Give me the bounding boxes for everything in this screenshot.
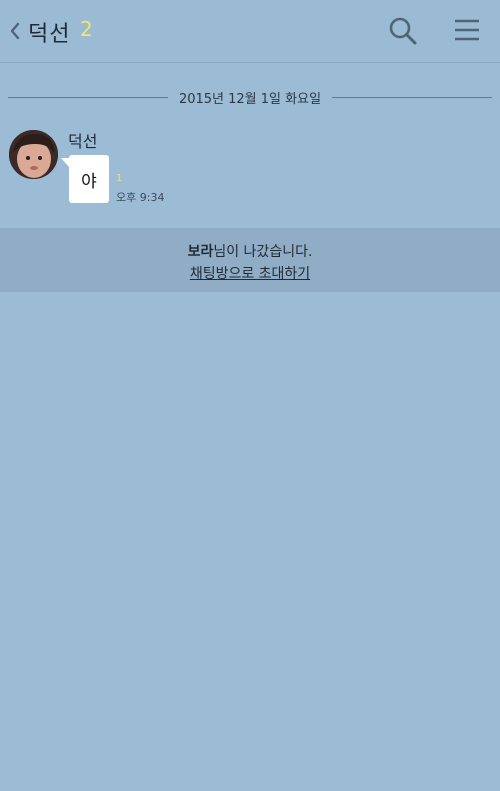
member-count: 2 [80,17,93,41]
left-user-name: 보라 [187,244,214,260]
message-bubble[interactable]: 야 [69,155,109,203]
message-time: 오후 9:34 [116,191,165,204]
date-text: 2015년 12월 1일 화요일 [178,92,322,107]
menu-button[interactable] [452,16,482,44]
leave-notice: 보라님이 나갔습니다. [0,241,500,261]
divider-line-left [8,97,168,98]
avatar[interactable] [9,130,58,179]
left-notice-text: 님이 나갔습니다. [213,244,313,260]
date-divider: 2015년 12월 1일 화요일 [8,86,492,110]
search-button[interactable] [386,14,420,48]
divider-line-right [332,97,492,98]
profile-photo [9,130,58,179]
chat-header: 덕선 2 [0,0,500,63]
chat-title: 덕선 [28,22,71,47]
chevron-left-icon [10,22,20,40]
search-icon [389,17,417,45]
system-notice: 보라님이 나갔습니다. 채팅방으로 초대하기 [0,228,500,292]
invite-to-chat-link[interactable]: 채팅방으로 초대하기 [0,263,500,283]
message-text: 야 [81,172,97,192]
sender-name: 덕선 [68,132,98,151]
hamburger-menu-icon [455,19,479,41]
unread-count: 1 [116,173,123,184]
back-button[interactable] [6,16,24,46]
